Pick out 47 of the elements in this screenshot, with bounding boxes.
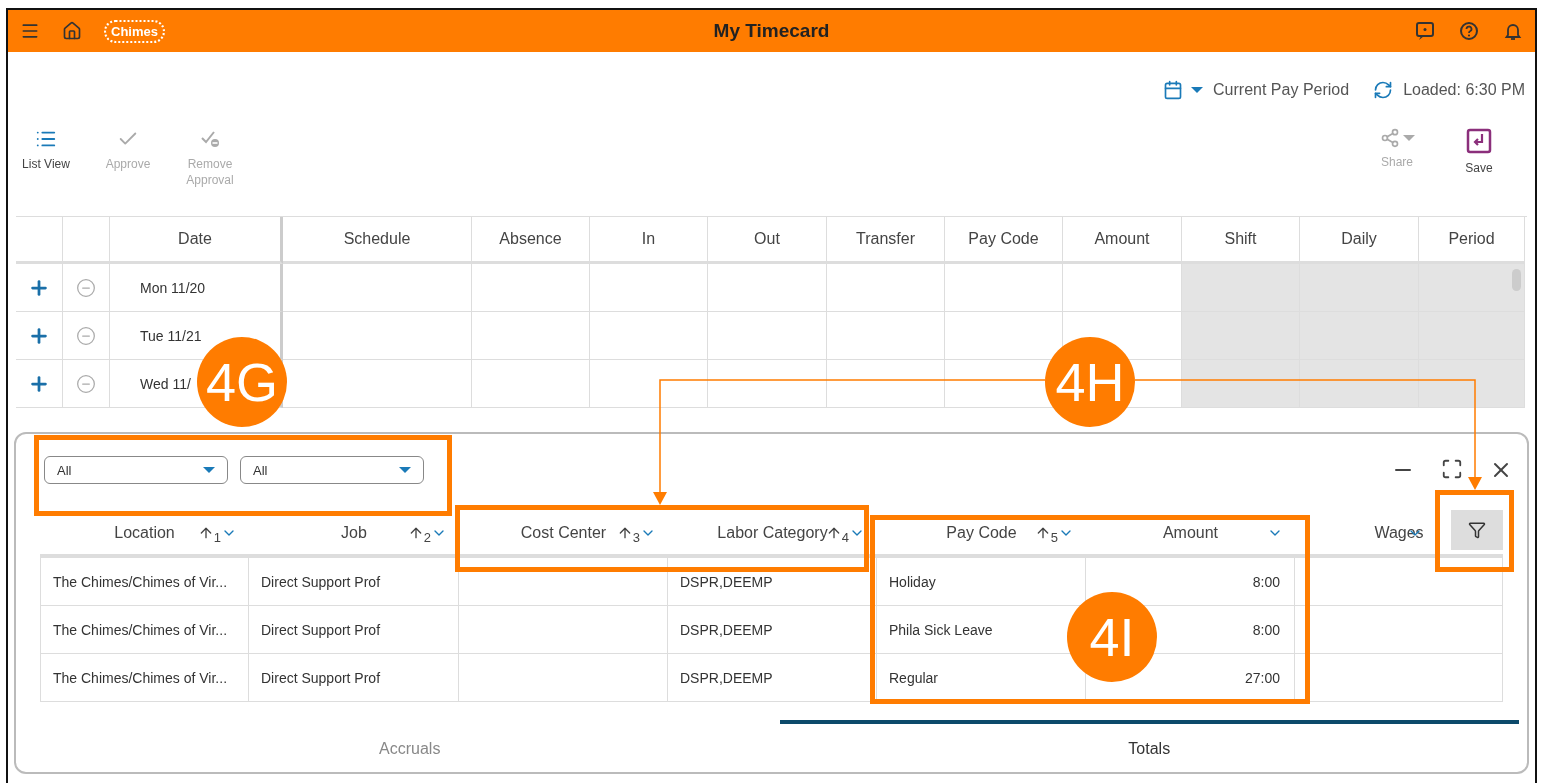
sort-order: 4 bbox=[841, 529, 849, 545]
loaded-time: Loaded: 6:30 PM bbox=[1403, 81, 1525, 99]
save-icon bbox=[1466, 128, 1492, 154]
home-icon[interactable] bbox=[62, 21, 82, 41]
column-header[interactable]: Cost Center bbox=[520, 524, 607, 542]
filter-dropdown[interactable]: All bbox=[44, 456, 228, 484]
table-cell: The Chimes/Chimes of Vir... bbox=[40, 654, 249, 702]
feedback-icon[interactable] bbox=[1415, 21, 1435, 41]
table-cell: The Chimes/Chimes of Vir... bbox=[40, 606, 249, 654]
filter-icon bbox=[1468, 521, 1486, 539]
toolbar-button[interactable]: List View bbox=[16, 128, 76, 173]
bell-icon[interactable] bbox=[1503, 21, 1523, 41]
share-icon bbox=[1379, 128, 1415, 148]
table-cell: DSPR,DEEMP bbox=[668, 606, 877, 654]
column-header[interactable]: Pay Code bbox=[946, 524, 1017, 542]
sort-order: 2 bbox=[423, 529, 431, 545]
tab[interactable]: Accruals bbox=[40, 720, 780, 766]
column-header[interactable]: Wages bbox=[1374, 524, 1424, 542]
column-header[interactable]: Location bbox=[114, 524, 175, 542]
sort-order: 5 bbox=[1050, 529, 1058, 545]
table-cell: Mon 11/20 bbox=[110, 264, 283, 312]
column-header[interactable]: Amount bbox=[1162, 524, 1219, 542]
page-title: My Timecard bbox=[713, 20, 830, 42]
sort-order: 1 bbox=[213, 529, 221, 545]
table-cell: Direct Support Prof bbox=[249, 606, 459, 654]
refresh-icon[interactable] bbox=[1373, 80, 1394, 100]
pay-period-label[interactable]: Current Pay Period bbox=[1213, 81, 1350, 99]
help-icon[interactable] bbox=[1459, 21, 1479, 41]
column-header[interactable]: Labor Category bbox=[717, 524, 828, 542]
filter-button[interactable] bbox=[1451, 510, 1503, 550]
table-cell: Direct Support Prof bbox=[249, 654, 459, 702]
filter-dropdown[interactable]: All bbox=[240, 456, 424, 484]
column-header[interactable]: Job bbox=[341, 524, 367, 542]
logo: Chimes bbox=[104, 19, 165, 43]
menu-icon[interactable] bbox=[20, 21, 40, 41]
table-cell: The Chimes/Chimes of Vir... bbox=[40, 558, 249, 606]
callout-badge: 4I bbox=[1067, 592, 1157, 682]
sort-order: 3 bbox=[632, 529, 640, 545]
table-cell: Holiday bbox=[877, 558, 1086, 606]
table-cell: DSPR,DEEMP bbox=[668, 558, 877, 606]
calendar-icon[interactable] bbox=[1163, 80, 1204, 100]
table-cell: DSPR,DEEMP bbox=[668, 654, 877, 702]
fullscreen-icon[interactable] bbox=[1441, 458, 1463, 480]
toolbar-button[interactable]: Save bbox=[1449, 128, 1509, 177]
table-cell: Direct Support Prof bbox=[249, 558, 459, 606]
tab[interactable]: Totals bbox=[779, 720, 1519, 766]
scrollbar-thumb[interactable] bbox=[1512, 269, 1521, 291]
